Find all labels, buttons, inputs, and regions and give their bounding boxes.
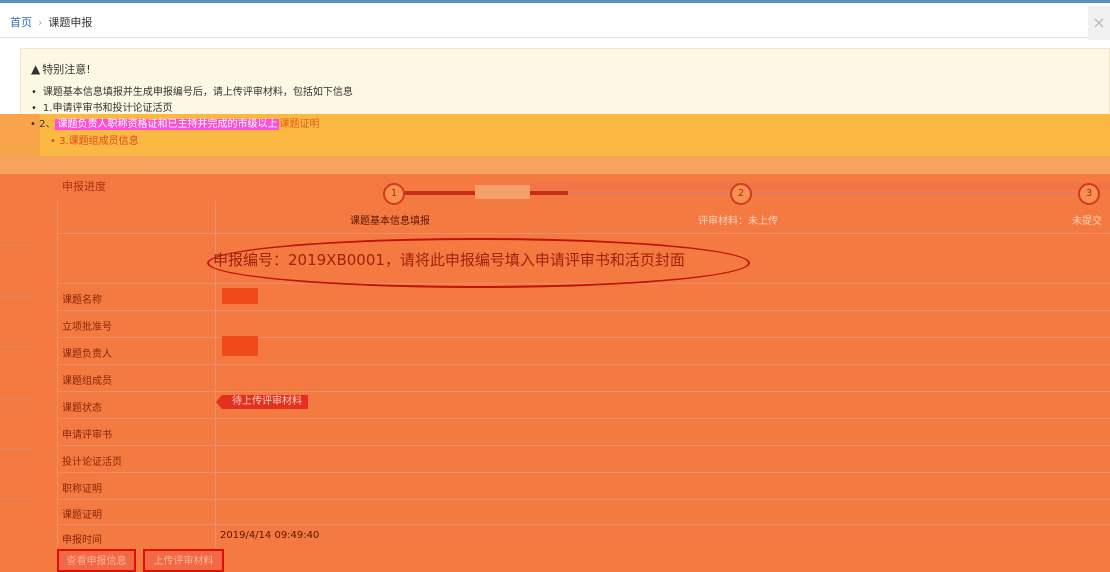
redacted-name — [222, 288, 258, 304]
bullet-icon: • — [30, 119, 40, 130]
bullet-icon: • — [50, 136, 60, 147]
breadcrumb: 首页 › 课题申报 — [10, 14, 92, 30]
breadcrumb-current: 课题申报 — [48, 16, 93, 29]
notice-line-3: • 3.课题组成员信息 — [50, 136, 139, 147]
notice-line-2: • 2、 课题负责人职称资格证和已主持并完成的市级以上 课题证明 — [30, 119, 320, 130]
field-row-leader: 课题负责人 — [57, 337, 1110, 364]
highlight-overlay-mid — [0, 156, 1110, 174]
field-row-time: 申报时间 — [57, 524, 1110, 548]
field-row-members: 课题组成员 — [57, 364, 1110, 391]
notice-panel: ▲ 特别注意! • 课题基本信息填报并生成申报编号后，请上传评审材料，包括如下信息 … — [20, 48, 1110, 114]
warning-icon: ▲ — [31, 62, 41, 76]
bullet-icon: • — [31, 87, 37, 98]
field-row-topic-cert: 课题证明 — [57, 499, 1110, 524]
step-3-label: 未提交 — [1072, 216, 1102, 227]
breadcrumb-separator: › — [38, 16, 43, 29]
notice-title-text: 特别注意! — [42, 63, 91, 76]
progress-label: 申报进度 — [62, 180, 106, 193]
top-bar: 首页 › 课题申报 × — [0, 0, 1110, 40]
field-row-application: 申请评审书 — [57, 418, 1110, 445]
field-row-name: 课题名称 — [57, 283, 1110, 310]
field-row-title-cert: 职称证明 — [57, 472, 1110, 499]
notice-title: ▲ 特别注意! — [31, 61, 91, 77]
field-row-design: 投计论证活页 — [57, 445, 1110, 472]
status-badge: 待上传评审材料 — [216, 395, 308, 409]
close-icon[interactable]: × — [1088, 6, 1110, 40]
notice-line-intro: • 课题基本信息填报并生成申报编号后，请上传评审材料，包括如下信息 — [31, 87, 353, 98]
submit-time-value: 2019/4/14 09:49:40 — [220, 530, 320, 541]
field-row-approval: 立项批准号 — [57, 310, 1110, 337]
bullet-icon: • — [31, 103, 37, 114]
field-row-status: 课题状态 — [57, 391, 1110, 418]
notice-line-1: • 1.申请评审书和投计论证活页 — [31, 103, 173, 114]
redacted-leader — [222, 336, 258, 356]
serial-number-text: 申报编号：2019XB0001，请将此申报编号填入申请评审书和活页封面 — [213, 251, 685, 269]
view-application-button[interactable]: 查看申报信息 — [57, 549, 136, 572]
step-2-label: 评审材料：未上传 — [698, 216, 778, 227]
upload-materials-button[interactable]: 上传评审材料 — [143, 549, 224, 572]
progress-fill — [405, 191, 475, 195]
breadcrumb-home-link[interactable]: 首页 — [10, 16, 32, 29]
step-1-label: 课题基本信息填报 — [350, 216, 430, 227]
